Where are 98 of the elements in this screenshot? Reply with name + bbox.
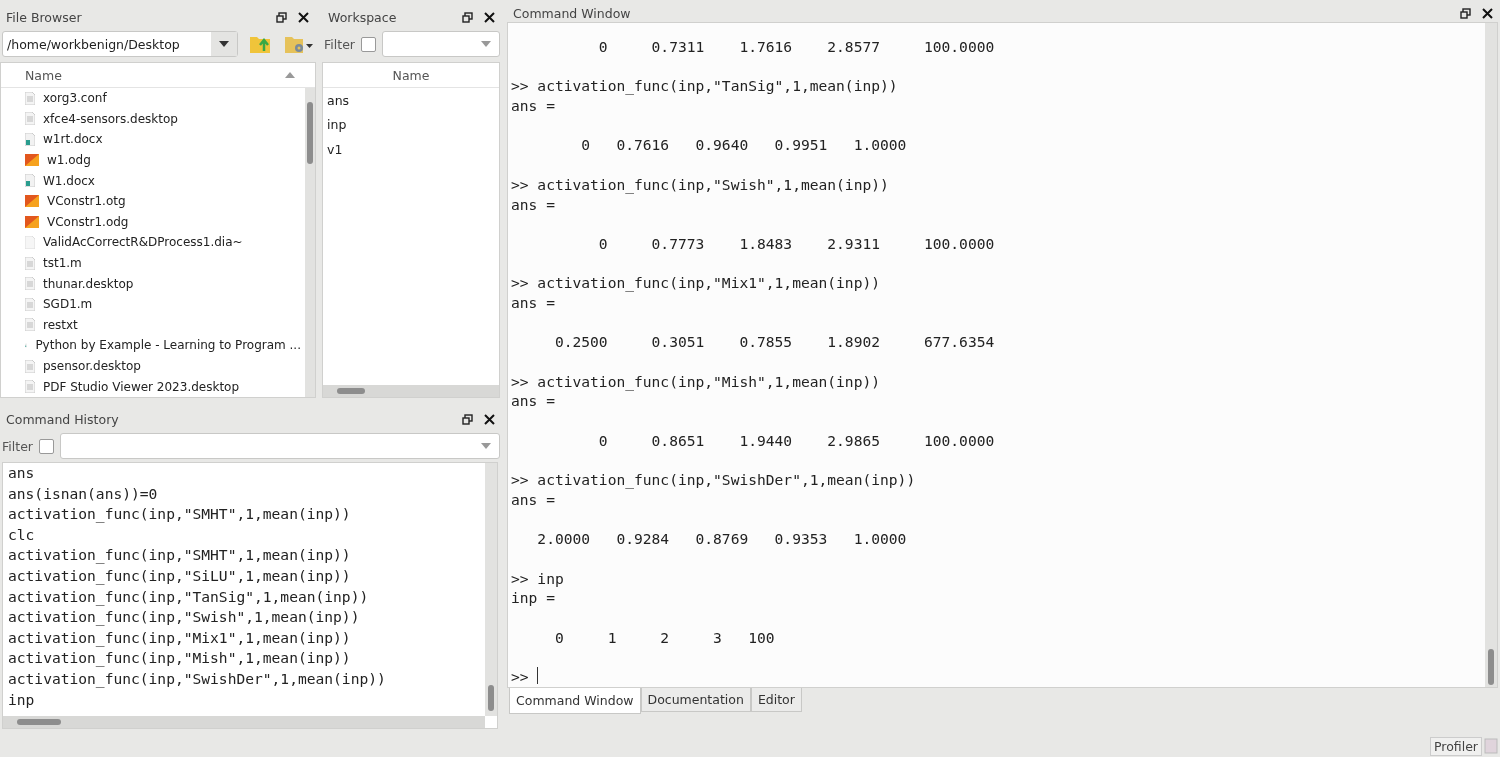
console-output: inp = xyxy=(511,588,555,608)
dropdown-arrow-icon xyxy=(219,41,229,47)
panel-title: Command Window xyxy=(513,5,632,21)
text-cursor xyxy=(536,667,538,684)
text-file-icon xyxy=(25,297,35,311)
console-command: >> inp xyxy=(511,568,564,589)
file-name[interactable]: xfce4-sensors.desktop xyxy=(43,111,178,126)
history-entry[interactable]: inp xyxy=(8,690,35,708)
console-prompt: >> xyxy=(511,667,529,687)
console-output: ans = xyxy=(511,391,555,412)
console-output: 2.0000 0.9284 0.8769 0.9353 1.0000 xyxy=(536,529,907,549)
console-output: 0 0.7616 0.9640 0.9951 1.0000 xyxy=(580,135,907,156)
filter-checkbox[interactable] xyxy=(38,438,54,454)
path-combo[interactable]: /home/workbenign/Desktop xyxy=(2,31,238,57)
console-output: 0 0.7311 1.7616 2.8577 100.0000 xyxy=(597,37,995,57)
file-name[interactable]: tst1.m xyxy=(43,256,82,271)
history-entry[interactable]: activation_func(inp,"Mix1",1,mean(inp)) xyxy=(8,628,351,646)
history-entry[interactable]: activation_func(inp,"Swish",1,mean(inp)) xyxy=(8,608,360,626)
file-name[interactable]: restxt xyxy=(43,317,78,332)
text-file-icon xyxy=(25,318,35,332)
panel-title: Workspace xyxy=(328,9,398,25)
file-name[interactable]: thunar.desktop xyxy=(43,276,134,291)
console-output: 0 1 2 3 100 xyxy=(553,627,775,648)
dock-tab[interactable]: Command Window xyxy=(509,687,641,714)
scrollbar-thumb[interactable] xyxy=(307,102,313,164)
filter-combo[interactable] xyxy=(381,31,500,57)
file-name[interactable]: VConstr1.otg xyxy=(47,194,126,209)
text-file-icon xyxy=(25,91,35,105)
filter-label: Filter xyxy=(2,438,33,454)
history-entry[interactable]: activation_func(inp,"SiLU",1,mean(inp)) xyxy=(8,566,351,584)
scrollbar-thumb[interactable] xyxy=(337,388,365,394)
dropdown-arrow-icon xyxy=(481,443,491,449)
restore-icon xyxy=(1459,7,1471,19)
file-name[interactable]: Python by Example - Learning to Program ... xyxy=(35,338,301,353)
folder-gear-icon[interactable] xyxy=(284,35,314,53)
restore-icon xyxy=(461,413,473,425)
file-name[interactable]: W1.docx xyxy=(43,173,95,188)
history-entry[interactable]: ans(isnan(ans))=0 xyxy=(8,484,158,502)
text-file-icon xyxy=(25,112,35,126)
history-entry[interactable]: activation_func(inp,"SMHT",1,mean(inp)) xyxy=(8,546,351,564)
sort-arrow-icon xyxy=(285,72,295,78)
console-output: 0.2500 0.3051 0.7855 1.8902 677.6354 xyxy=(553,332,995,352)
history-entry[interactable]: clc xyxy=(8,525,35,543)
column-header[interactable]: Name xyxy=(1,63,315,88)
dock-tab[interactable]: Documentation xyxy=(640,687,751,712)
drawing-file-icon xyxy=(25,215,39,228)
console-command: >> activation_func(inp,"TanSig",1,mean(inp)) xyxy=(511,76,898,97)
variable-name[interactable]: inp xyxy=(327,117,347,133)
restore-icon xyxy=(275,11,287,23)
scrollbar-thumb[interactable] xyxy=(17,719,61,725)
drawing-file-icon xyxy=(25,154,39,167)
console-output: ans = xyxy=(511,194,555,215)
panel-title: File Browser xyxy=(6,9,83,25)
filter-checkbox[interactable] xyxy=(360,36,376,52)
text-file-icon xyxy=(25,359,35,373)
file-name[interactable]: xorg3.conf xyxy=(43,91,107,106)
console-command: >> activation_func(inp,"SwishDer",1,mean(inp)) xyxy=(511,470,916,490)
restore-icon xyxy=(461,11,473,23)
console-output: ans = xyxy=(511,292,555,313)
file-name[interactable]: psensor.desktop xyxy=(43,359,141,373)
file-name[interactable]: w1.odg xyxy=(47,153,91,168)
console-command: >> activation_func(inp,"Mix1",1,mean(inp)) xyxy=(511,273,881,293)
blank-file-icon xyxy=(25,235,35,249)
dropdown-arrow-icon xyxy=(481,41,491,47)
console-output: ans = xyxy=(511,96,555,116)
file-name[interactable]: ValidAcCorrectR&DProcess1.dia~ xyxy=(43,235,243,250)
close-icon xyxy=(297,11,309,23)
history-entry[interactable]: activation_func(inp,"TanSig",1,mean(inp)) xyxy=(8,587,369,605)
console-command: >> activation_func(inp,"Swish",1,mean(inp)) xyxy=(511,174,889,195)
variable-name[interactable]: v1 xyxy=(327,141,343,157)
column-header[interactable]: Name xyxy=(323,63,499,88)
panel-title: Command History xyxy=(6,411,120,427)
text-file-icon xyxy=(25,380,35,394)
variable-name[interactable]: ans xyxy=(327,92,350,108)
file-name[interactable]: SGD1.m xyxy=(43,297,93,312)
console-output: 0 0.7773 1.8483 2.9311 100.0000 xyxy=(597,233,995,254)
file-name[interactable]: VConstr1.odg xyxy=(47,214,129,229)
filter-label: Filter xyxy=(324,36,355,52)
file-name[interactable]: PDF Studio Viewer 2023.desktop xyxy=(43,379,240,394)
history-entry[interactable]: ans xyxy=(8,464,35,481)
console-output: ans = xyxy=(511,489,555,510)
status-indicator-icon xyxy=(1484,738,1498,754)
text-file-icon xyxy=(25,277,35,291)
profiler-button[interactable]: Profiler xyxy=(1430,736,1482,756)
close-icon xyxy=(483,11,495,23)
console-output: 0 0.8651 1.9440 2.9865 100.0000 xyxy=(597,430,995,451)
scrollbar-thumb[interactable] xyxy=(1488,649,1494,685)
history-entry[interactable]: activation_func(inp,"SMHT",1,mean(inp)) xyxy=(8,505,351,523)
history-entry[interactable]: activation_func(inp,"SwishDer",1,mean(inp)) xyxy=(8,669,386,687)
console-command: >> activation_func(inp,"Mish",1,mean(inp)) xyxy=(511,371,881,392)
filter-combo[interactable] xyxy=(59,433,500,459)
text-file-icon xyxy=(25,256,35,270)
history-entry[interactable]: activation_func(inp,"Mish",1,mean(inp)) xyxy=(8,649,351,667)
file-name[interactable]: w1rt.docx xyxy=(43,132,103,147)
drawing-file-icon xyxy=(25,195,39,208)
close-icon xyxy=(483,413,495,425)
close-icon xyxy=(1481,7,1493,19)
scrollbar-thumb[interactable] xyxy=(488,685,494,711)
